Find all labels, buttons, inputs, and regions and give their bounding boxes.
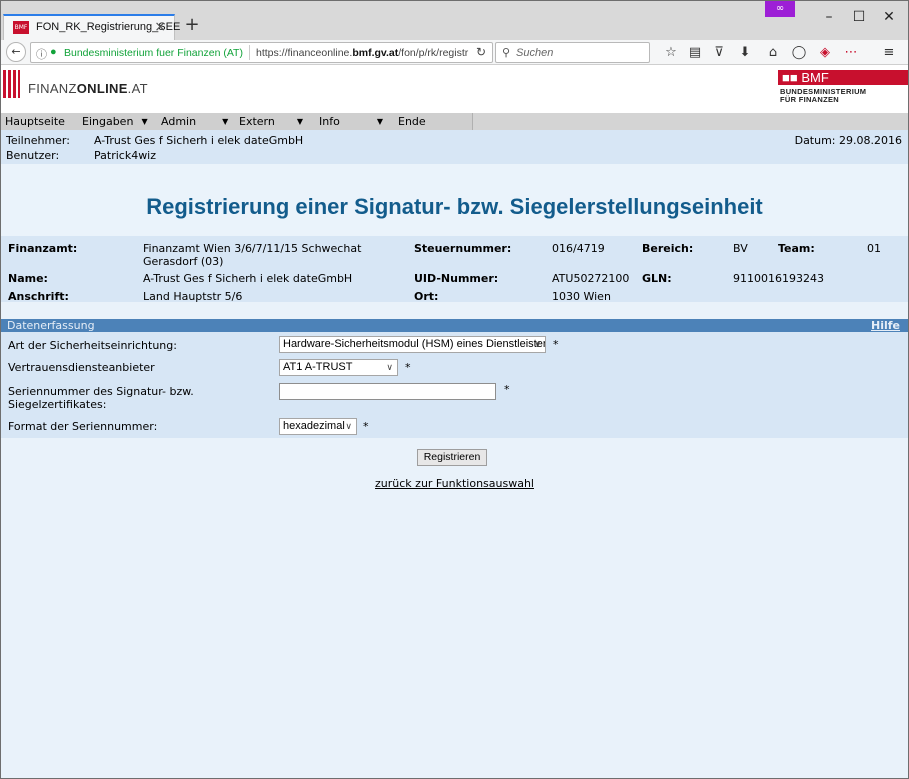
steuernummer-label: Steuernummer: — [414, 242, 512, 255]
name-value: A-Trust Ges f Sicherh i elek dateGmbH — [143, 272, 353, 285]
browser-tab[interactable]: BMF FON_RK_Registrierung_SEE × — [3, 14, 180, 40]
menu-eingaben[interactable]: Eingaben ▼ — [82, 115, 148, 128]
download-icon[interactable]: ⬇ — [735, 44, 755, 62]
bmf-logo-title: ■■ BMF — [778, 70, 908, 85]
address-bar[interactable]: ⓘ ● Bundesministerium fuer Finanzen (AT)… — [30, 42, 493, 63]
main-menu: Hauptseite Eingaben ▼ Admin ▼ Extern ▼ Info… — [1, 113, 908, 130]
finanzamt-value-line2: Gerasdorf (03) — [143, 255, 224, 268]
bmf-logo: ■■ BMF BUNDESMINISTERIUM FÜR FINANZEN — [778, 70, 908, 108]
dropdown-arrow-icon: ▼ — [222, 117, 229, 126]
lock-icon: ● — [50, 46, 57, 58]
finanzamt-value: Finanzamt Wien 3/6/7/11/15 Schwechat — [143, 242, 362, 255]
chevron-down-icon: ∨ — [386, 362, 393, 372]
finanzonline-logo-icon — [1, 70, 21, 98]
site-header: FINANZONLINE.AT ■■ BMF BUNDESMINISTERIUM… — [1, 66, 908, 113]
serial-number-input[interactable] — [279, 383, 496, 400]
user-info-bar: Teilnehmer: A-Trust Ges f Sicherh i elek… — [1, 130, 908, 164]
date-display: Datum: 29.08.2016 — [794, 134, 902, 147]
format-label: Format der Seriennummer: — [8, 420, 158, 433]
dropdown-arrow-icon: ▼ — [296, 117, 303, 126]
site-identity: Bundesministerium fuer Finanzen (AT) — [64, 47, 243, 59]
bookmark-star-icon[interactable]: ☆ — [661, 44, 681, 62]
uid-label: UID-Nummer: — [414, 272, 499, 285]
team-label: Team: — [778, 242, 815, 255]
home-icon[interactable]: ⌂ — [763, 44, 783, 62]
search-bar[interactable]: ⚲ Suchen — [495, 42, 650, 63]
ort-value: 1030 Wien — [552, 290, 611, 303]
minimize-button[interactable]: – — [817, 7, 841, 27]
finanzamt-label: Finanzamt: — [8, 242, 78, 255]
teilnehmer-value: A-Trust Ges f Sicherh i elek dateGmbH — [94, 134, 304, 147]
bereich-label: Bereich: — [642, 242, 694, 255]
gln-label: GLN: — [642, 272, 672, 285]
tab-close-icon[interactable]: × — [154, 19, 166, 35]
team-value: 01 — [867, 242, 881, 255]
anschrift-value: Land Hauptstr 5/6 — [143, 290, 243, 303]
back-to-functions-link: zurück zur Funktionsauswahl — [1, 477, 908, 490]
teilnehmer-label: Teilnehmer: — [6, 134, 70, 147]
section-title: Datenerfassung — [7, 319, 95, 332]
steuernummer-value: 016/4719 — [552, 242, 605, 255]
menu-info[interactable]: Info ▼ — [319, 115, 383, 128]
vda-select[interactable]: AT1 A-TRUST ∨ — [279, 359, 398, 376]
finanzonline-logo[interactable]: FINANZONLINE.AT — [28, 81, 148, 96]
bereich-value: BV — [733, 242, 748, 255]
anschrift-label: Anschrift: — [8, 290, 69, 303]
private-browsing-icon: ∞ — [765, 1, 795, 17]
menu-admin[interactable]: Admin ▼ — [161, 115, 228, 128]
gln-value: 9110016193243 — [733, 272, 824, 285]
chat-icon[interactable]: ◯ — [789, 44, 809, 62]
required-mark: * — [363, 420, 369, 433]
taxpayer-details: Finanzamt: Finanzamt Wien 3/6/7/11/15 Sc… — [1, 236, 908, 303]
reload-icon[interactable]: ↻ — [476, 45, 486, 59]
dropdown-arrow-icon: ▼ — [141, 117, 148, 126]
new-tab-button[interactable]: + — [181, 14, 203, 36]
page-content: FINANZONLINE.AT ■■ BMF BUNDESMINISTERIUM… — [1, 66, 908, 778]
ort-label: Ort: — [414, 290, 439, 303]
format-select[interactable]: hexadezimal ∨ — [279, 418, 357, 435]
navigation-bar: ← ⓘ ● Bundesministerium fuer Finanzen (A… — [1, 40, 908, 65]
menu-ende[interactable]: Ende — [398, 115, 426, 128]
benutzer-label: Benutzer: — [6, 149, 60, 162]
back-link-text[interactable]: zurück zur Funktionsauswahl — [375, 477, 534, 490]
bmf-logo-subtitle: BUNDESMINISTERIUM FÜR FINANZEN — [780, 87, 867, 104]
required-mark: * — [405, 361, 411, 374]
art-select[interactable]: Hardware-Sicherheitsmodul (HSM) eines Di… — [279, 336, 546, 353]
bmf-favicon-icon: BMF — [13, 21, 29, 34]
back-button[interactable]: ← — [6, 42, 26, 62]
reader-list-icon[interactable]: ▤ — [685, 44, 705, 62]
required-mark: * — [504, 383, 510, 396]
browser-window: BMF FON_RK_Registrierung_SEE × + ∞ – ☐ ✕… — [0, 0, 909, 779]
url-text[interactable]: https://financeonline.bmf.gv.at/fon/p/rk… — [256, 47, 468, 59]
close-window-button[interactable]: ✕ — [877, 7, 901, 27]
chevron-down-icon: ∨ — [345, 421, 352, 431]
uid-value: ATU50272100 — [552, 272, 630, 285]
title-band: Registrierung einer Signatur- bzw. Siege… — [1, 164, 908, 236]
search-icon: ⚲ — [502, 46, 511, 59]
extension-icon[interactable]: ◈ — [815, 44, 835, 62]
menu-extern[interactable]: Extern ▼ — [239, 115, 303, 128]
data-entry-form: Art der Sicherheitseinrichtung: Hardware… — [1, 332, 908, 438]
benutzer-value: Patrick4wiz — [94, 149, 157, 162]
pocket-icon[interactable]: ⊽ — [709, 44, 729, 62]
maximize-button[interactable]: ☐ — [847, 7, 871, 27]
more-extensions-icon[interactable]: ⋯ — [841, 44, 861, 62]
art-label: Art der Sicherheitseinrichtung: — [8, 339, 177, 352]
name-label: Name: — [8, 272, 48, 285]
section-header: Datenerfassung Hilfe — [1, 319, 908, 332]
search-placeholder: Suchen — [516, 47, 554, 59]
address-separator — [249, 45, 250, 60]
page-title: Registrierung einer Signatur- bzw. Siege… — [146, 194, 763, 219]
title-bar: BMF FON_RK_Registrierung_SEE × + ∞ – ☐ ✕ — [1, 1, 908, 40]
dropdown-arrow-icon: ▼ — [376, 117, 383, 126]
required-mark: * — [553, 338, 559, 351]
hamburger-menu-icon[interactable]: ≡ — [879, 44, 899, 62]
chevron-down-icon: ∨ — [534, 339, 541, 349]
serial-label: Seriennummer des Signatur- bzw. Siegelzer… — [8, 385, 194, 411]
info-icon[interactable]: ⓘ — [36, 46, 47, 62]
register-button[interactable]: Registrieren — [417, 449, 487, 466]
menu-hauptseite[interactable]: Hauptseite — [5, 115, 65, 128]
vda-label: Vertrauensdiensteanbieter — [8, 361, 155, 374]
help-link[interactable]: Hilfe — [871, 319, 900, 332]
